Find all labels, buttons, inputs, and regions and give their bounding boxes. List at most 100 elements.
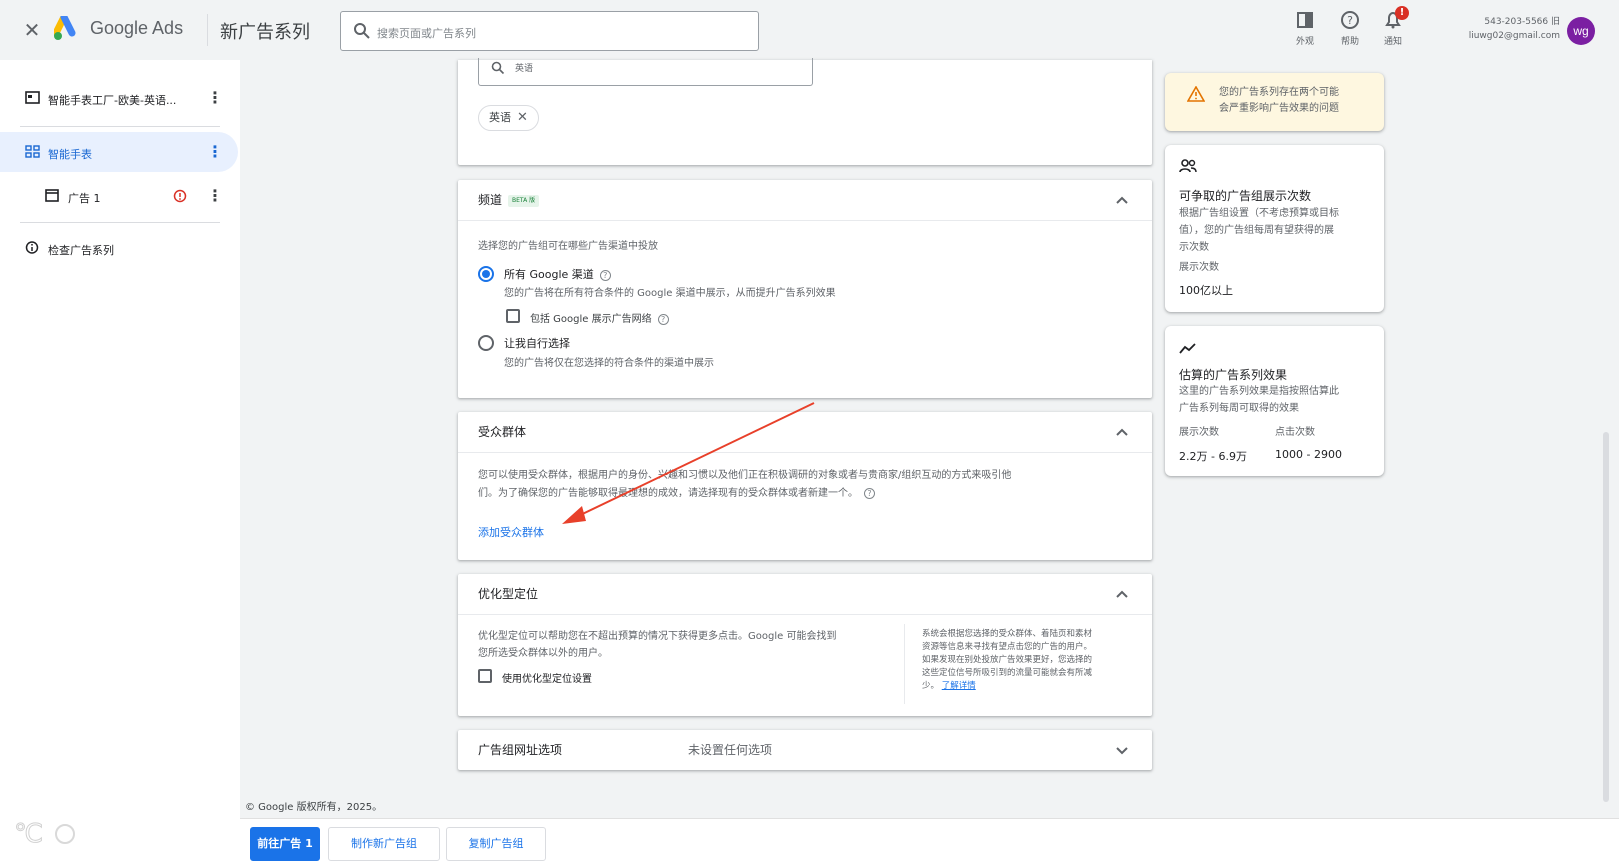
grid-icon xyxy=(25,145,40,158)
description-line: 这里的广告系列效果是指按照估算此 xyxy=(1179,386,1339,397)
card-title: 频道 xyxy=(478,193,503,207)
more-vert-icon[interactable]: ⋮ xyxy=(207,142,223,162)
description-line: 您所选受众群体以外的用户。 xyxy=(478,648,608,659)
help-label: 帮助 xyxy=(1340,37,1359,47)
estimate-description: 这里的广告系列效果是指按照估算此 广告系列每周可取得的效果 xyxy=(1179,383,1339,417)
language-search-input[interactable]: 英语 xyxy=(478,58,813,86)
divider xyxy=(458,452,1152,453)
help-button[interactable]: ? 帮助 xyxy=(1330,9,1370,47)
info-icon xyxy=(25,241,39,254)
add-audience-link[interactable]: 添加受众群体 xyxy=(478,524,544,540)
note-line: 系统会根据您选择的受众群体、着陆页和素材 xyxy=(922,629,1093,639)
radio-all-channels[interactable] xyxy=(478,266,494,282)
people-icon xyxy=(1179,159,1197,173)
option-label: 让我自行选择 xyxy=(504,337,570,350)
estimate-impressions-label: 展示次数 xyxy=(1179,427,1219,438)
sidebar: 智能手表工厂-欧美-英语... ⋮ 智能手表 ⋮ 广告 1 ⋮ 检查广告系列 xyxy=(0,60,240,864)
estimate-impressions-value: 2.2万 - 6.9万 xyxy=(1179,450,1247,463)
optimized-targeting-checkbox[interactable] xyxy=(478,669,492,683)
copyright-text: © Google 版权所有，2025。 xyxy=(245,802,383,813)
checkbox-label: 使用优化型定位设置 xyxy=(502,674,592,685)
chevron-up-icon[interactable] xyxy=(1114,424,1130,440)
search-icon xyxy=(491,61,505,75)
sidebar-item-ad[interactable]: 广告 1 ⋮ xyxy=(0,176,238,216)
notifications-button[interactable]: ! 通知 xyxy=(1373,6,1413,47)
ad-icon xyxy=(45,189,59,202)
search-icon xyxy=(354,23,370,39)
option-all-channels: 所有 Google 渠道? xyxy=(504,266,611,282)
notification-badge: ! xyxy=(1395,6,1409,20)
impressions-card: 可争取的广告组展示次数 根据广告组设置（不考虑预算或目标 值），您的广告组每周有… xyxy=(1165,145,1384,312)
bottom-action-bar: 前往广告 1 制作新广告组 复制广告组 xyxy=(240,818,1619,864)
chevron-up-icon[interactable] xyxy=(1114,192,1130,208)
option-description: 您的广告将在所有符合条件的 Google 渠道中展示，从而提升广告系列效果 xyxy=(504,288,836,299)
include-display-row: 包括 Google 展示广告网络? xyxy=(530,310,669,325)
close-icon[interactable]: ✕ xyxy=(517,110,528,125)
audience-card: 受众群体 您可以使用受众群体，根据用户的身份、兴趣和习惯以及他们正在积极调研的对… xyxy=(458,412,1152,560)
warning-icon xyxy=(1187,86,1205,102)
language-chip: 英语 ✕ xyxy=(478,105,539,131)
appearance-icon xyxy=(1297,12,1313,28)
create-ad-group-button[interactable]: 制作新广告组 xyxy=(328,827,440,861)
card-title: 广告组网址选项 xyxy=(478,743,563,757)
chip-label: 英语 xyxy=(489,111,511,124)
scrollbar-thumb[interactable] xyxy=(1603,432,1609,802)
copy-ad-group-button[interactable]: 复制广告组 xyxy=(446,827,546,861)
more-vert-icon[interactable]: ⋮ xyxy=(207,88,223,108)
top-bar: ✕ Google Ads 新广告系列 搜索页面或广告系列 外观 ? 帮助 ! 通… xyxy=(0,0,1619,60)
error-icon xyxy=(173,189,187,203)
radio-choose-channels[interactable] xyxy=(478,335,494,351)
help-icon: ? xyxy=(1341,11,1359,29)
appearance-button[interactable]: 外观 xyxy=(1285,9,1325,47)
estimate-clicks-label: 点击次数 xyxy=(1275,427,1315,438)
include-display-checkbox[interactable] xyxy=(506,309,520,323)
help-icon[interactable]: ? xyxy=(657,313,669,325)
chevron-down-icon[interactable] xyxy=(1114,742,1130,758)
google-ads-logo xyxy=(54,16,76,40)
svg-text:℃: ℃ xyxy=(14,819,43,849)
sidebar-item-label: 智能手表工厂-欧美-英语... xyxy=(48,94,177,107)
beta-badge: BETA 版 xyxy=(508,194,540,207)
optimized-side-note: 系统会根据您选择的受众群体、着陆页和素材 资源等信息来寻找有望点击您的广告的用户… xyxy=(922,628,1142,693)
sidebar-item-ad-group[interactable]: 智能手表 ⋮ xyxy=(0,132,238,172)
audience-description: 您可以使用受众群体，根据用户的身份、兴趣和习惯以及他们正在积极调研的对象或者与贵… xyxy=(478,467,1138,503)
search-placeholder: 搜索页面或广告系列 xyxy=(377,27,476,40)
divider xyxy=(458,220,1152,221)
sidebar-item-label: 智能手表 xyxy=(48,148,92,161)
card-title: 优化型定位 xyxy=(478,587,539,601)
description-line: 优化型定位可以帮助您在不超出预算的情况下获得更多点击。Google 可能会找到 xyxy=(478,631,837,642)
sidebar-item-campaign[interactable]: 智能手表工厂-欧美-英语... ⋮ xyxy=(0,78,238,118)
learn-more-link[interactable]: 了解详情 xyxy=(942,681,976,691)
warning-line: 会严重影响广告效果的问题 xyxy=(1219,103,1339,114)
divider xyxy=(904,624,905,704)
go-to-ad-button[interactable]: 前往广告 1 xyxy=(250,827,320,861)
channels-description: 选择您的广告组可在哪些广告渠道中投放 xyxy=(478,241,658,252)
close-icon[interactable]: ✕ xyxy=(20,18,44,42)
avatar[interactable]: wg xyxy=(1567,17,1595,45)
sidebar-item-review[interactable]: 检查广告系列 xyxy=(0,228,238,268)
more-vert-icon[interactable]: ⋮ xyxy=(207,186,223,206)
description-line: 根据广告组设置（不考虑预算或目标 xyxy=(1179,208,1339,219)
svg-text:?: ? xyxy=(1347,14,1353,27)
description-line: 值），您的广告组每周有望获得的展 xyxy=(1179,225,1334,236)
divider xyxy=(458,614,1152,615)
warning-line: 您的广告系列存在两个可能 xyxy=(1219,87,1339,98)
chevron-up-icon[interactable] xyxy=(1114,586,1130,602)
optimized-description: 优化型定位可以帮助您在不超出预算的情况下获得更多点击。Google 可能会找到 … xyxy=(478,628,898,662)
search-input[interactable]: 搜索页面或广告系列 xyxy=(340,11,759,51)
help-icon[interactable]: ? xyxy=(599,269,611,281)
divider xyxy=(20,222,220,223)
language-search-value: 英语 xyxy=(515,64,534,74)
account-id: 543-203-5566 旧 xyxy=(1484,17,1560,27)
estimate-card: 估算的广告系列效果 这里的广告系列效果是指按照估算此 广告系列每周可取得的效果 … xyxy=(1165,326,1384,476)
option-label: 所有 Google 渠道 xyxy=(504,268,594,281)
account-info[interactable]: 543-203-5566 旧 liuwg02@gmail.com xyxy=(1450,15,1560,43)
estimate-clicks-value: 1000 - 2900 xyxy=(1275,448,1342,461)
warning-card[interactable]: 您的广告系列存在两个可能 会严重影响广告效果的问题 xyxy=(1165,73,1384,131)
url-options-card[interactable]: 广告组网址选项 未设置任何选项 xyxy=(458,730,1152,770)
note-line: 资源等信息来寻找有望点击您的广告的用户。 xyxy=(922,642,1093,652)
estimate-title: 估算的广告系列效果 xyxy=(1179,368,1288,382)
appearance-label: 外观 xyxy=(1295,37,1314,47)
notifications-label: 通知 xyxy=(1383,37,1402,47)
help-icon[interactable]: ? xyxy=(864,487,875,499)
